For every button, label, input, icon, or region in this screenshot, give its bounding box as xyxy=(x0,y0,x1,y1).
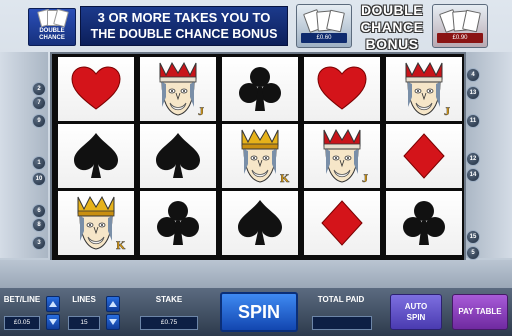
payline-marker-left-7[interactable]: 7 xyxy=(32,96,46,110)
svg-text:K: K xyxy=(116,238,126,252)
betline-label: BET/LINE xyxy=(3,295,41,304)
right-jackpot-value: £0.90 xyxy=(437,33,483,43)
reel-cell-3-1-king-spades-icon: K xyxy=(58,191,134,255)
bonus-banner: 3 OR MORE TAKES YOU TO THE DOUBLE CHANCE… xyxy=(80,6,288,46)
reel-cell-3-5-club-icon xyxy=(386,191,462,255)
reel-cell-1-1-heart-icon xyxy=(58,57,134,121)
betline-value: £0.05 xyxy=(4,316,40,330)
reel-cell-1-5-king-hearts-icon: J xyxy=(386,57,462,121)
betline-up-button[interactable] xyxy=(46,296,60,312)
left-jackpot-value: £0.60 xyxy=(301,33,347,43)
double-chance-left-panel: £0.60 xyxy=(296,4,352,48)
reel-cell-3-3-spade-icon xyxy=(222,191,298,255)
arrow-up-icon xyxy=(49,301,57,307)
game-logo: DOUBLE CHANCE xyxy=(28,8,76,46)
reel-cell-2-4-king-hearts-icon: J xyxy=(304,124,380,188)
reel-cell-1-2-king-hearts-icon: J xyxy=(140,57,216,121)
logo-line1: DOUBLE xyxy=(39,28,65,34)
stake-label: STAKE xyxy=(155,295,183,304)
card-fan-icon xyxy=(439,9,481,33)
payline-marker-right-4[interactable]: 4 xyxy=(466,68,480,82)
payline-marker-left-8[interactable]: 8 xyxy=(32,218,46,232)
reel-cell-2-1-spade-icon xyxy=(58,124,134,188)
autospin-line2: SPIN xyxy=(406,313,426,322)
payline-marker-right-5[interactable]: 5 xyxy=(466,246,480,260)
payline-marker-left-6[interactable]: 6 xyxy=(32,204,46,218)
lines-up-button[interactable] xyxy=(106,296,120,312)
logo-line2: CHANCE xyxy=(39,35,65,41)
lines-label: LINES xyxy=(72,295,96,304)
paytable-button[interactable]: PAY TABLE xyxy=(452,294,508,330)
dc-title-line2: CHANCE xyxy=(360,19,424,35)
bottom-panel-top xyxy=(0,260,512,288)
double-chance-bonus-title: DOUBLE CHANCE BONUS xyxy=(356,2,428,52)
autospin-button[interactable]: AUTO SPIN xyxy=(390,294,442,330)
total-paid-label: TOTAL PAID xyxy=(317,295,365,304)
reel-cell-1-3-club-icon xyxy=(222,57,298,121)
reel-frame: J J K J K xyxy=(50,52,466,262)
card-fan-icon xyxy=(303,9,345,33)
reel-cell-3-4-diamond-icon xyxy=(304,191,380,255)
dc-title-line3: BONUS xyxy=(365,36,419,52)
payline-marker-left-1[interactable]: 1 xyxy=(32,156,46,170)
autospin-line1: AUTO xyxy=(404,302,428,311)
dc-title-line1: DOUBLE xyxy=(360,2,424,18)
payline-marker-right-15[interactable]: 15 xyxy=(466,230,480,244)
payline-marker-right-11[interactable]: 11 xyxy=(466,114,480,128)
arrow-up-icon xyxy=(109,301,117,307)
double-chance-right-panel: £0.90 xyxy=(432,4,488,48)
svg-text:J: J xyxy=(198,104,204,118)
lines-value: 15 xyxy=(68,316,100,330)
payline-marker-left-2[interactable]: 2 xyxy=(32,82,46,96)
payline-marker-right-13[interactable]: 13 xyxy=(466,86,480,100)
stake-value: £0.75 xyxy=(140,316,198,330)
payline-marker-left-3[interactable]: 3 xyxy=(32,236,46,250)
payline-marker-right-14[interactable]: 14 xyxy=(466,168,480,182)
arrow-down-icon xyxy=(49,319,57,325)
lines-down-button[interactable] xyxy=(106,314,120,330)
logo-cards-icon xyxy=(37,8,69,28)
svg-text:J: J xyxy=(362,171,368,185)
total-paid-value xyxy=(312,316,372,330)
reel-cell-3-2-club-icon xyxy=(140,191,216,255)
top-bar: DOUBLE CHANCE 3 OR MORE TAKES YOU TO THE… xyxy=(0,0,512,52)
payline-marker-left-10[interactable]: 10 xyxy=(32,172,46,186)
banner-line1: 3 OR MORE TAKES YOU TO xyxy=(97,10,271,25)
payline-marker-right-12[interactable]: 12 xyxy=(466,152,480,166)
spin-button[interactable]: SPIN xyxy=(220,292,298,332)
arrow-down-icon xyxy=(109,319,117,325)
banner-line2: THE DOUBLE CHANCE BONUS xyxy=(90,27,278,41)
reel-cell-2-3-king-spades-icon: K xyxy=(222,124,298,188)
reel-cell-1-4-heart-icon xyxy=(304,57,380,121)
svg-text:J: J xyxy=(444,104,450,118)
betline-down-button[interactable] xyxy=(46,314,60,330)
reel-cell-2-2-spade-icon xyxy=(140,124,216,188)
svg-text:K: K xyxy=(280,171,290,185)
reel-grid: J J K J K xyxy=(58,57,462,255)
reel-cell-2-5-diamond-icon xyxy=(386,124,462,188)
payline-marker-left-9[interactable]: 9 xyxy=(32,114,46,128)
